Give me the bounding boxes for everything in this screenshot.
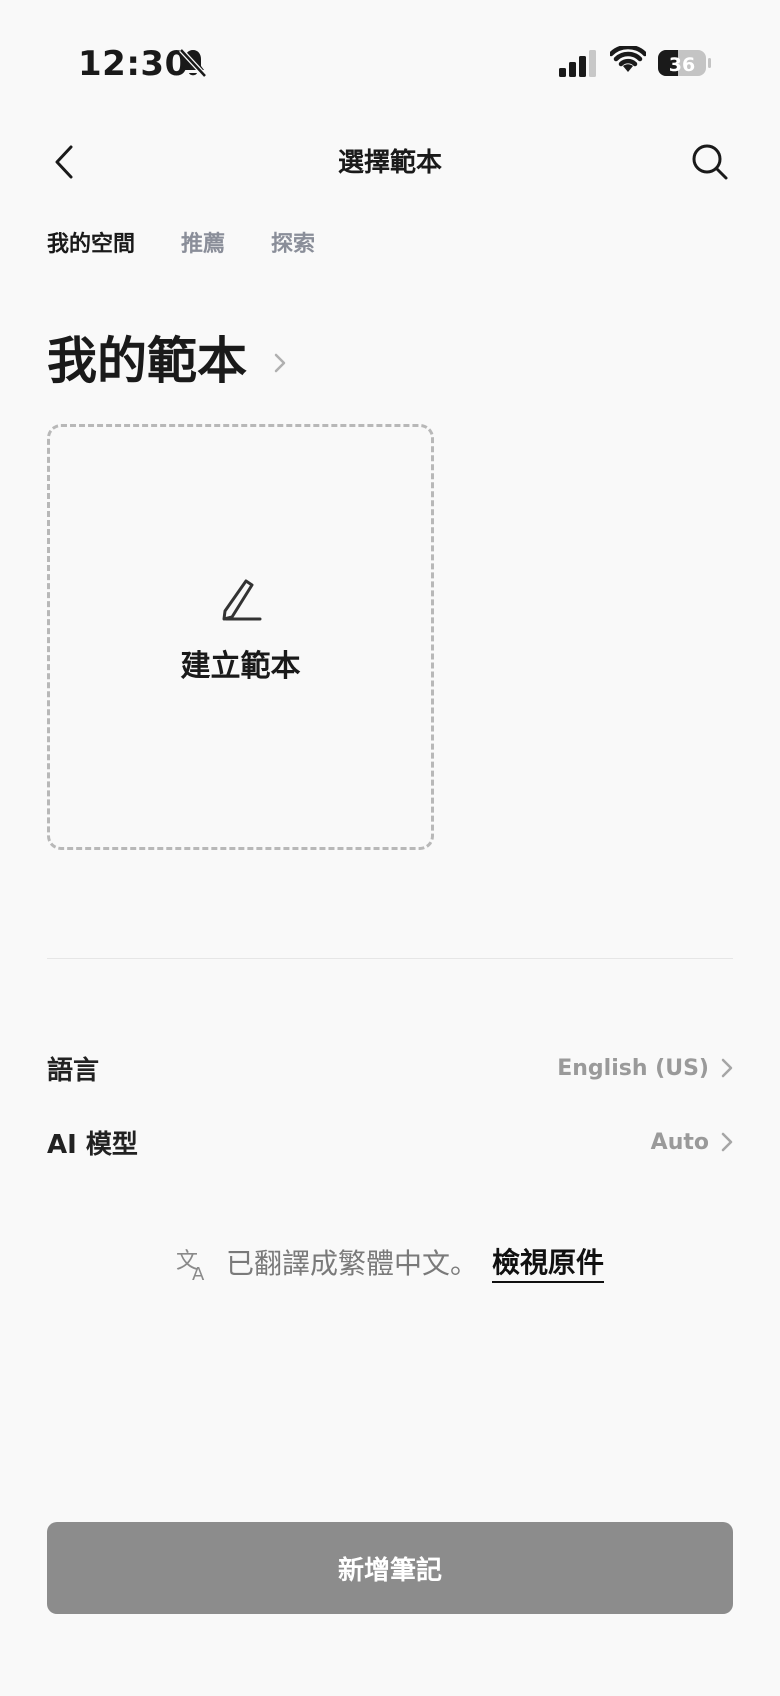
chevron-right-icon [721,1058,733,1078]
ai-model-value: Auto [650,1129,709,1155]
language-value-group: English (US) [557,1056,733,1081]
battery-indicator: 36 [658,48,712,78]
page-title: 選擇範本 [337,148,442,178]
search-icon [692,144,728,180]
tab-recommended[interactable]: 推薦 [181,228,225,262]
status-time: 12:30 [78,44,189,84]
section-title: 我的範本 [47,332,247,390]
language-value: English (US) [557,1055,709,1081]
divider [47,958,733,959]
chevron-right-icon [274,353,286,373]
search-button[interactable] [688,140,732,184]
language-setting-row[interactable]: 語言 English (US) [47,1038,733,1098]
tab-explore[interactable]: 探索 [271,228,315,262]
translation-notice: 文 A 已翻譯成繁體中文。 檢視原件 [0,1244,780,1284]
cellular-signal-icon [559,50,596,77]
add-note-button[interactable]: 新增筆記 [47,1522,733,1614]
ai-model-setting-row[interactable]: AI 模型 Auto [47,1112,733,1172]
ai-model-value-group: Auto [651,1130,733,1155]
translate-icon: 文 A [176,1249,205,1282]
tab-my-space[interactable]: 我的空間 [47,228,135,262]
my-templates-header[interactable]: 我的範本 [47,328,287,394]
pencil-icon [222,579,261,621]
battery-level: 36 [668,54,696,76]
translation-text: 已翻譯成繁體中文。 [225,1247,478,1280]
view-original-link[interactable]: 檢視原件 [492,1245,605,1283]
create-template-card[interactable]: 建立範本 [47,424,434,850]
language-label: 語言 [47,1055,100,1086]
ai-model-label: AI 模型 [47,1129,138,1160]
tab-bar: 我的空間 推薦 探索 [47,228,315,262]
chevron-right-icon [721,1132,733,1152]
bell-slash-icon [179,48,207,78]
create-template-label: 建立範本 [180,649,301,684]
svg-text:A: A [192,1264,205,1282]
wifi-icon [610,46,646,72]
